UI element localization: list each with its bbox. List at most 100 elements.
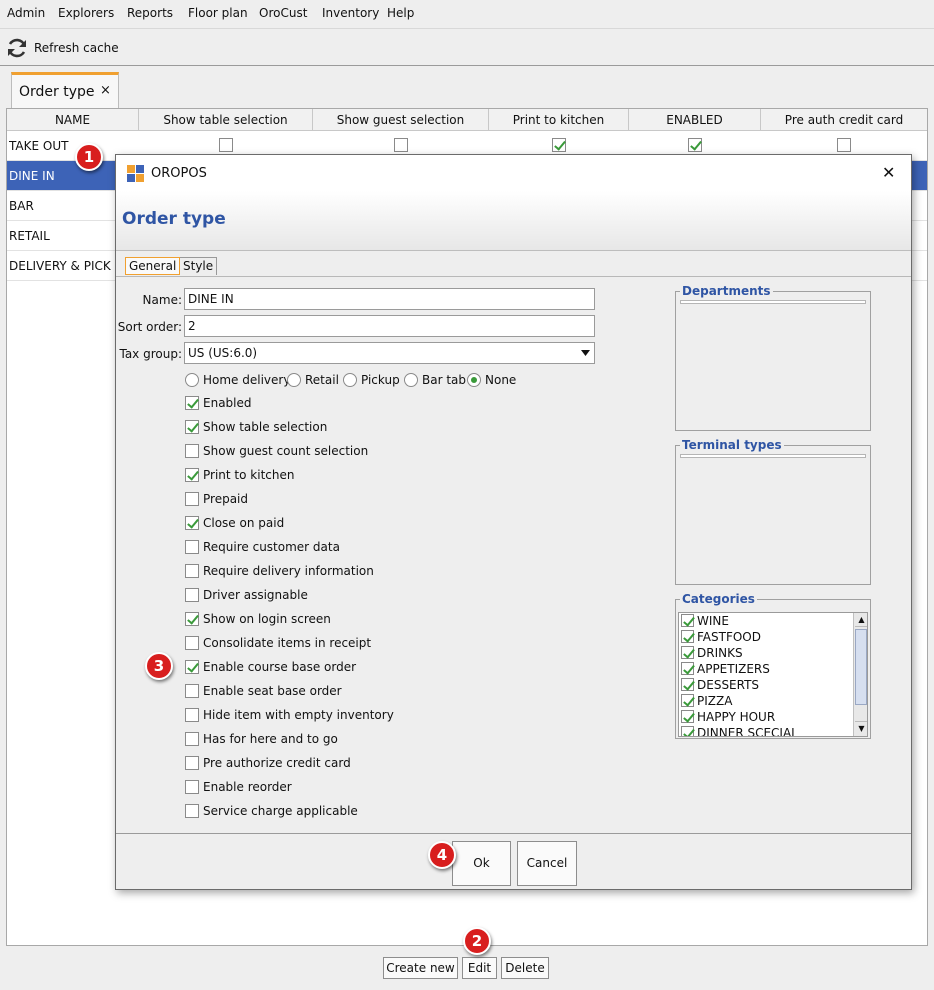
cancel-button[interactable]: Cancel — [517, 841, 577, 886]
category-list-item[interactable]: DINNER SCECIAL — [679, 725, 849, 736]
step-badge-3: 3 — [145, 652, 173, 680]
category-checkbox[interactable] — [681, 614, 694, 627]
option-checkbox[interactable] — [185, 444, 199, 458]
category-list-item[interactable]: WINE — [679, 613, 849, 629]
menu-floor-plan[interactable]: Floor plan — [188, 6, 248, 20]
create-new-button[interactable]: Create new — [383, 957, 458, 979]
sort-order-label: Sort order: — [117, 320, 182, 334]
scroll-down-icon[interactable]: ▼ — [855, 721, 867, 735]
close-icon[interactable]: ✕ — [882, 163, 895, 182]
tab-order-type-label: Order type — [19, 84, 95, 100]
option-checkbox[interactable] — [185, 732, 199, 746]
ok-button[interactable]: Ok — [452, 841, 511, 886]
option-checkbox[interactable] — [185, 636, 199, 650]
dialog-heading: Order type — [122, 209, 226, 229]
radio-home-delivery[interactable] — [185, 373, 199, 387]
radio-home-delivery-label: Home delivery — [203, 373, 291, 387]
option-checkbox[interactable] — [185, 612, 199, 626]
row-name: DELIVERY & PICK UP — [9, 259, 119, 273]
radio-pickup[interactable] — [343, 373, 357, 387]
category-list-item[interactable]: DRINKS — [679, 645, 849, 661]
category-checkbox[interactable] — [681, 726, 694, 736]
option-checkbox[interactable] — [185, 420, 199, 434]
row-pre-auth-checkbox[interactable] — [837, 138, 851, 152]
row-print-kitchen-checkbox[interactable] — [552, 138, 566, 152]
option-checkbox[interactable] — [185, 564, 199, 578]
close-icon[interactable]: × — [100, 83, 111, 98]
menu-orocust[interactable]: OroCust — [259, 6, 307, 20]
tab-order-type[interactable]: Order type × — [11, 72, 119, 108]
column-header-name[interactable]: NAME — [7, 109, 139, 131]
column-header-pre-auth-credit-card[interactable]: Pre auth credit card — [761, 109, 927, 131]
category-checkbox[interactable] — [681, 630, 694, 643]
menu-inventory[interactable]: Inventory — [322, 6, 379, 20]
category-checkbox[interactable] — [681, 694, 694, 707]
radio-none-label: None — [485, 373, 517, 387]
dialog-title-bar[interactable]: OROPOS ✕ — [116, 155, 911, 191]
category-list-item[interactable]: PIZZA — [679, 693, 849, 709]
dialog-footer: Ok Cancel — [116, 833, 911, 889]
option-checkbox-label: Service charge applicable — [203, 804, 358, 818]
categories-group: Categories WINE FASTFOOD DRINKS APPETIZERS D… — [675, 592, 871, 739]
category-checkbox[interactable] — [681, 710, 694, 723]
option-checkbox[interactable] — [185, 660, 199, 674]
category-label: FASTFOOD — [697, 630, 761, 644]
category-label: APPETIZERS — [697, 662, 770, 676]
radio-pickup-label: Pickup — [361, 373, 400, 387]
option-checkbox[interactable] — [185, 804, 199, 818]
column-header-enabled[interactable]: ENABLED — [629, 109, 761, 131]
step-badge-1: 1 — [75, 143, 103, 171]
category-list-item[interactable]: FASTFOOD — [679, 629, 849, 645]
option-checkbox[interactable] — [185, 540, 199, 554]
option-checkbox[interactable] — [185, 516, 199, 530]
scrollbar-thumb[interactable] — [855, 629, 867, 705]
name-input[interactable]: DINE IN — [184, 288, 595, 310]
option-checkbox[interactable] — [185, 756, 199, 770]
tab-style[interactable]: Style — [180, 257, 218, 275]
edit-button[interactable]: Edit — [462, 957, 497, 979]
refresh-cache-button[interactable]: Refresh cache — [5, 34, 123, 62]
sort-order-input[interactable]: 2 — [184, 315, 595, 337]
option-checkbox[interactable] — [185, 468, 199, 482]
row-name: TAKE OUT — [9, 139, 69, 153]
column-header-show-table-selection[interactable]: Show table selection — [139, 109, 313, 131]
option-checkbox[interactable] — [185, 708, 199, 722]
menu-help[interactable]: Help — [387, 6, 414, 20]
step-badge-2: 2 — [463, 927, 491, 955]
radio-retail[interactable] — [287, 373, 301, 387]
categories-list[interactable]: WINE FASTFOOD DRINKS APPETIZERS DESSERTS PIZZ… — [678, 612, 868, 737]
column-header-show-guest-selection[interactable]: Show guest selection — [313, 109, 489, 131]
option-checkbox-label: Require delivery information — [203, 564, 374, 578]
option-checkbox[interactable] — [185, 588, 199, 602]
category-list-item[interactable]: HAPPY HOUR — [679, 709, 849, 725]
category-checkbox[interactable] — [681, 678, 694, 691]
category-list-item[interactable]: DESSERTS — [679, 677, 849, 693]
menu-reports[interactable]: Reports — [127, 6, 173, 20]
category-label: DRINKS — [697, 646, 743, 660]
departments-list[interactable] — [680, 300, 866, 304]
option-checkbox[interactable] — [185, 684, 199, 698]
category-list-item[interactable]: APPETIZERS — [679, 661, 849, 677]
tax-group-select[interactable]: US (US:6.0) — [184, 342, 595, 364]
category-checkbox[interactable] — [681, 646, 694, 659]
category-checkbox[interactable] — [681, 662, 694, 675]
radio-none[interactable] — [467, 373, 481, 387]
radio-retail-label: Retail — [305, 373, 339, 387]
categories-scrollbar[interactable]: ▲ ▼ — [853, 613, 867, 736]
column-header-print-to-kitchen[interactable]: Print to kitchen — [489, 109, 629, 131]
menu-explorers[interactable]: Explorers — [58, 6, 114, 20]
row-enabled-checkbox[interactable] — [688, 138, 702, 152]
departments-title: Departments — [680, 284, 773, 298]
delete-button[interactable]: Delete — [501, 957, 549, 979]
option-checkbox[interactable] — [185, 492, 199, 506]
tab-general[interactable]: General — [125, 257, 181, 275]
terminal-types-list[interactable] — [680, 454, 866, 458]
menu-admin[interactable]: Admin — [7, 6, 45, 20]
row-show-guest-checkbox[interactable] — [394, 138, 408, 152]
scroll-up-icon[interactable]: ▲ — [855, 613, 867, 627]
option-checkbox[interactable] — [185, 780, 199, 794]
row-show-table-checkbox[interactable] — [219, 138, 233, 152]
option-checkbox[interactable] — [185, 396, 199, 410]
dialog-header: Order type — [116, 191, 911, 251]
radio-bar-tab[interactable] — [404, 373, 418, 387]
